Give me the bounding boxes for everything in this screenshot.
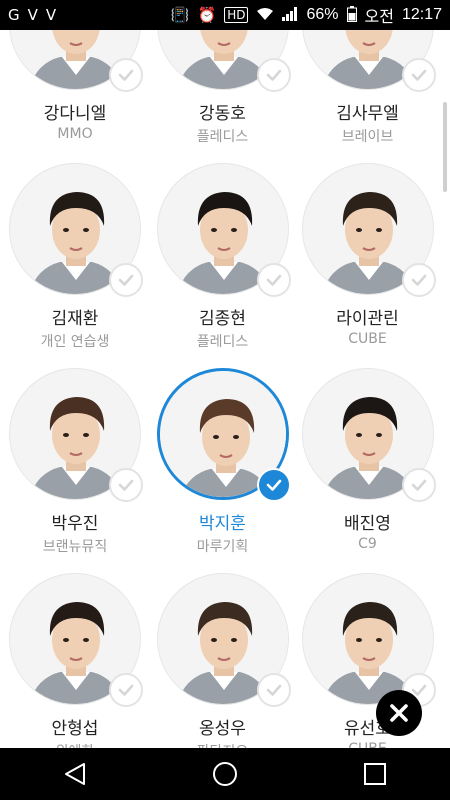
checkmark-icon bbox=[118, 684, 134, 696]
status-bar: G V V 📳 ⏰ HD 66% 오전 12:17 bbox=[0, 0, 450, 30]
trainee-card-7[interactable]: 박우진 브랜뉴뮤직 bbox=[0, 358, 150, 563]
trainee-agency: 브랜뉴뮤직 bbox=[42, 539, 108, 555]
hd-icon: HD bbox=[224, 7, 249, 23]
avatar-wrap bbox=[9, 368, 143, 502]
select-check-button[interactable] bbox=[401, 468, 436, 502]
notification-g-icon: G bbox=[8, 5, 20, 24]
avatar-wrap bbox=[156, 30, 291, 92]
home-button[interactable] bbox=[195, 748, 255, 800]
trainee-agency: MMO bbox=[57, 126, 93, 142]
trainee-name: 라이관린 bbox=[336, 309, 399, 329]
avatar-wrap bbox=[301, 573, 436, 707]
trainee-card-8[interactable]: 박지훈 마루기획 bbox=[150, 358, 295, 563]
checkmark-icon bbox=[411, 479, 426, 491]
trainee-agency: 개인 연습생 bbox=[40, 334, 110, 350]
avatar-wrap bbox=[9, 163, 143, 297]
trainee-name: 박지훈 bbox=[199, 514, 246, 534]
trainee-card-5[interactable]: 김종현 플레디스 bbox=[150, 153, 295, 358]
trainee-name: 김사무엘 bbox=[336, 104, 399, 124]
clock-time: 12:17 bbox=[401, 6, 442, 23]
checkmark-icon bbox=[266, 479, 281, 491]
trainee-agency: 플레디스 bbox=[196, 334, 249, 350]
clock-period: 오전 bbox=[364, 9, 394, 26]
trainee-grid-scroll[interactable]: 강다니엘 MMO 강동호 플레디스 김사무엘 브레이브 김재환 개인 연습생 김… bbox=[0, 30, 450, 748]
trainee-card-9[interactable]: 배진영 C9 bbox=[295, 358, 440, 563]
select-check-button[interactable] bbox=[401, 58, 436, 92]
avatar-wrap bbox=[301, 163, 436, 297]
navigation-bar bbox=[0, 748, 450, 800]
select-check-button[interactable] bbox=[109, 263, 143, 297]
trainee-agency: CUBE bbox=[348, 331, 387, 347]
trainee-name: 강동호 bbox=[199, 104, 246, 124]
select-check-button[interactable] bbox=[256, 58, 291, 92]
trainee-name: 박우진 bbox=[51, 514, 99, 534]
close-icon bbox=[390, 704, 408, 722]
checkmark-icon bbox=[266, 684, 281, 696]
status-right: 📳 ⏰ HD 66% 오전 12:17 bbox=[171, 3, 442, 27]
avatar-wrap bbox=[156, 573, 291, 707]
checkmark-icon bbox=[266, 69, 281, 81]
status-left-icons: G V V bbox=[8, 5, 57, 24]
trainee-card-2[interactable]: 강동호 플레디스 bbox=[150, 30, 295, 153]
trainee-name: 배진영 bbox=[344, 514, 391, 534]
trainee-agency: 마루기획 bbox=[196, 539, 249, 555]
trainee-name: 옹성우 bbox=[199, 719, 246, 739]
back-button[interactable] bbox=[45, 748, 105, 800]
trainee-agency: CUBE bbox=[348, 741, 386, 748]
trainee-agency: C9 bbox=[358, 536, 377, 552]
select-check-button[interactable] bbox=[401, 263, 436, 297]
notification-v-alert-icon: V bbox=[45, 5, 57, 24]
close-button[interactable] bbox=[376, 690, 422, 736]
avatar-wrap bbox=[9, 30, 143, 92]
select-check-button[interactable] bbox=[109, 58, 143, 92]
trainee-card-11[interactable]: 옹성우 판타지오 bbox=[150, 563, 295, 748]
avatar-wrap bbox=[9, 573, 143, 707]
trainee-card-10[interactable]: 안형섭 위에화 bbox=[0, 563, 150, 748]
select-check-button[interactable] bbox=[109, 673, 143, 707]
home-circle-icon bbox=[213, 762, 237, 786]
trainee-card-6[interactable]: 라이관린 CUBE bbox=[295, 153, 440, 358]
checkmark-icon bbox=[118, 479, 134, 491]
trainee-agency: 판타지오 bbox=[197, 741, 249, 748]
trainee-agency: 플레디스 bbox=[196, 129, 249, 145]
trainee-name: 강다니엘 bbox=[43, 104, 107, 124]
trainee-grid: 강다니엘 MMO 강동호 플레디스 김사무엘 브레이브 김재환 개인 연습생 김… bbox=[0, 30, 450, 748]
checkmark-icon bbox=[411, 69, 426, 81]
checkmark-icon bbox=[118, 69, 134, 81]
select-check-button[interactable] bbox=[256, 673, 291, 707]
trainee-name: 안형섭 bbox=[51, 719, 99, 739]
trainee-name: 김재환 bbox=[51, 309, 99, 329]
avatar-wrap bbox=[156, 163, 291, 297]
battery-icon bbox=[346, 5, 357, 25]
select-check-button[interactable] bbox=[109, 468, 143, 502]
alarm-icon: ⏰ bbox=[197, 5, 217, 24]
avatar-wrap bbox=[301, 368, 436, 502]
vibrate-icon: 📳 bbox=[170, 5, 190, 24]
trainee-agency: 브레이브 bbox=[341, 129, 394, 145]
recents-button[interactable] bbox=[345, 748, 405, 800]
select-check-button[interactable] bbox=[256, 468, 291, 502]
checkmark-icon bbox=[411, 274, 426, 286]
trainee-card-4[interactable]: 김재환 개인 연습생 bbox=[0, 153, 150, 358]
trainee-card-1[interactable]: 강다니엘 MMO bbox=[0, 30, 150, 153]
notification-v-icon: V bbox=[27, 5, 38, 24]
checkmark-icon bbox=[118, 274, 134, 286]
select-check-button[interactable] bbox=[256, 263, 291, 297]
battery-percent: 66% bbox=[306, 6, 339, 23]
trainee-card-3[interactable]: 김사무엘 브레이브 bbox=[295, 30, 440, 153]
signal-icon bbox=[282, 6, 298, 24]
recents-square-icon bbox=[364, 763, 386, 785]
back-triangle-icon bbox=[65, 763, 85, 785]
wifi-icon bbox=[256, 7, 274, 24]
scrollbar[interactable] bbox=[443, 102, 447, 192]
trainee-name: 김종현 bbox=[199, 309, 246, 329]
avatar-wrap bbox=[156, 368, 291, 502]
trainee-agency: 위에화 bbox=[56, 741, 95, 748]
avatar-wrap bbox=[301, 30, 436, 92]
checkmark-icon bbox=[266, 274, 281, 286]
